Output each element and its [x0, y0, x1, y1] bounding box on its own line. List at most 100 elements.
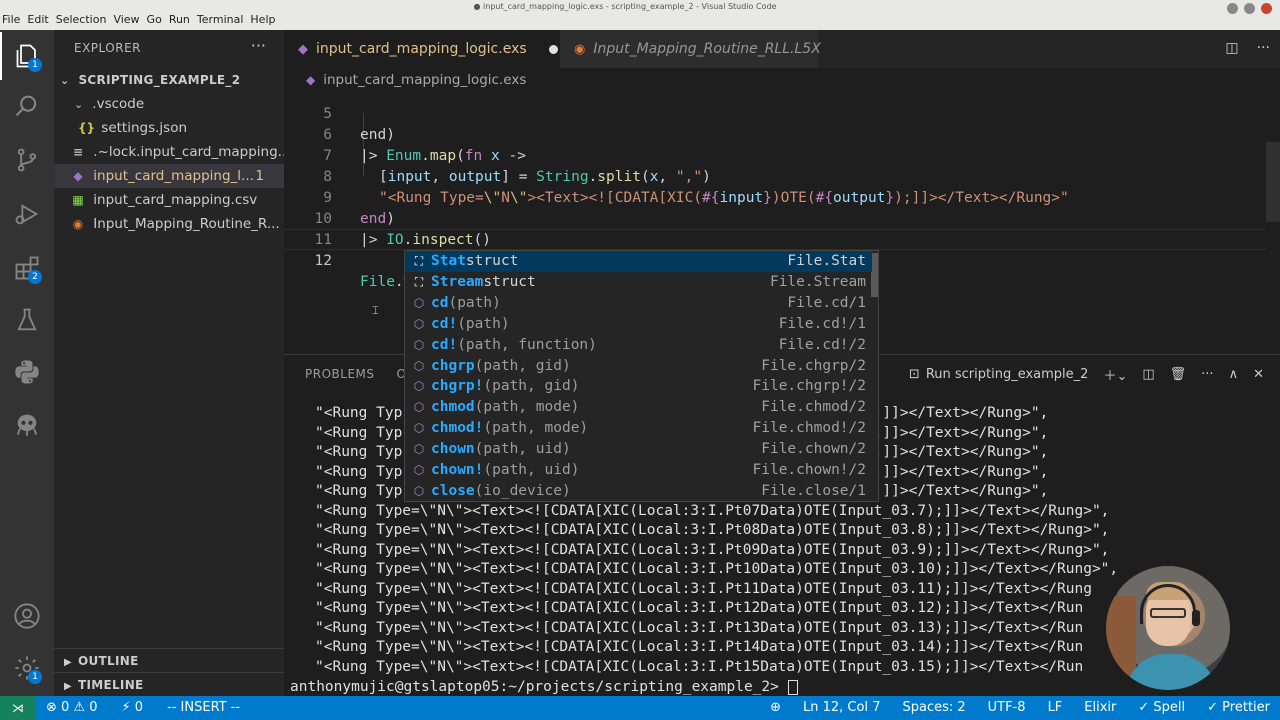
workspace-folder[interactable]: ⌄ SCRIPTING_EXAMPLE_2	[54, 68, 284, 92]
more-actions-icon[interactable]: ···	[1257, 40, 1270, 56]
tree-item-label: Input_Mapping_Routine_R...	[93, 216, 280, 232]
zoom-icon[interactable]: ⊕	[770, 696, 781, 720]
suggestion-item[interactable]: ⬡ chmod(path, mode) File.chmod/2	[405, 397, 872, 418]
terminal-line-text: "<Rung Type=\"N\"><Text><![CDATA[XIC(Loc…	[315, 600, 1084, 616]
close-window-button[interactable]	[1261, 3, 1272, 14]
terminal-selector[interactable]: ⊡ Run scripting_example_2	[909, 367, 1089, 382]
breadcrumb-file[interactable]: input_card_mapping_logic.exs	[323, 72, 526, 88]
problems-status[interactable]: ⊗ 0 ⚠ 0	[46, 696, 98, 720]
presenter-shirt	[1126, 654, 1216, 690]
ports-status[interactable]: ⚡ 0	[122, 696, 144, 720]
code-line: 5 end)	[284, 92, 1266, 143]
tree-item-logic-exs[interactable]: ◆ input_card_mapping_l... 1	[54, 164, 284, 188]
suggest-scrollbar[interactable]	[871, 253, 878, 297]
terminal-line: "<Rung Type=\"N\"><Text><![CDATA[XIC(Loc…	[284, 541, 1280, 561]
trash-icon[interactable]: 🗑	[1170, 367, 1187, 382]
eol-status[interactable]: LF	[1048, 696, 1063, 720]
method-icon: ⬡	[413, 442, 425, 457]
tree-item-mapping-csv[interactable]: ▦ input_card_mapping.csv	[54, 188, 284, 212]
python-icon	[15, 360, 39, 384]
rss-icon: ◉	[72, 217, 84, 231]
terminal-actions: ⊡ Run scripting_example_2 ＋⌄ ◫ 🗑 ··· ∧ ✕	[909, 365, 1264, 384]
cursor-position-status[interactable]: Ln 12, Col 7	[803, 696, 880, 720]
tab-problems[interactable]: PROBLEMS	[305, 367, 375, 381]
new-terminal-icon[interactable]: ＋⌄	[1103, 365, 1127, 384]
extensions-activity[interactable]: 2	[0, 244, 54, 292]
menu-run[interactable]: Run	[169, 13, 190, 26]
menu-view[interactable]: View	[113, 13, 139, 26]
suggestion-detail: File.cd/1	[787, 294, 866, 311]
tree-item-label: input_card_mapping.csv	[93, 192, 258, 208]
run-debug-activity[interactable]	[0, 190, 54, 238]
accounts-activity[interactable]	[0, 592, 54, 640]
indentation-status[interactable]: Spaces: 2	[902, 696, 965, 720]
suggestion-item[interactable]: ⬡ cd!(path) File.cd!/1	[405, 314, 872, 335]
search-activity[interactable]	[0, 82, 54, 130]
menu-selection[interactable]: Selection	[56, 13, 107, 26]
suggestion-item[interactable]: ⛶ Statstruct File.Stat	[405, 251, 872, 272]
suggestion-detail: File.Stream	[769, 273, 866, 290]
suggestion-item[interactable]: ⬡ chown!(path, uid) File.chown!/2	[405, 460, 872, 481]
method-icon: ⬡	[413, 316, 425, 331]
tree-item-routine-l5x[interactable]: ◉ Input_Mapping_Routine_R...	[54, 212, 284, 236]
suggestion-item[interactable]: ⛶ Streamstruct File.Stream	[405, 272, 872, 293]
tree-item-vscode-folder[interactable]: ⌄ .vscode	[54, 92, 284, 116]
more-actions-icon[interactable]: ···	[251, 36, 266, 55]
encoding-status[interactable]: UTF-8	[988, 696, 1026, 720]
unsaved-dot-icon[interactable]	[548, 44, 558, 54]
suggestion-item[interactable]: ⬡ cd!(path, function) File.cd!/2	[405, 335, 872, 356]
autocomplete-widget: ⛶ Statstruct File.Stat ⛶ Streamstruct File.St…	[404, 250, 879, 502]
source-control-activity[interactable]	[0, 136, 54, 184]
prompt-text: anthonymujic@gtslaptop05:~/projects/scri…	[290, 679, 788, 695]
method-icon: ⬡	[413, 483, 425, 498]
suggestion-detail: File.chmod/2	[761, 399, 866, 416]
close-panel-icon[interactable]: ✕	[1253, 367, 1264, 382]
menu-go[interactable]: Go	[147, 13, 162, 26]
suggestion-item[interactable]: ⬡ close(io_device) File.close/1	[405, 481, 872, 501]
suggestion-label: cd!(path)	[431, 315, 510, 332]
remote-indicator-icon[interactable]: ⋊	[0, 696, 36, 720]
suggestion-label: chmod!(path, mode)	[431, 420, 589, 437]
suggestion-item[interactable]: ⬡ chgrp(path, gid) File.chgrp/2	[405, 356, 872, 377]
more-actions-icon[interactable]: ···	[1201, 367, 1213, 382]
manage-activity[interactable]: 1	[0, 644, 54, 692]
minimize-button[interactable]	[1227, 3, 1238, 14]
menu-help[interactable]: Help	[250, 13, 275, 26]
split-editor-icon[interactable]: ◫	[1225, 40, 1238, 56]
suggestion-detail: File.cd!/2	[778, 336, 866, 353]
outline-section[interactable]: ▶ OUTLINE	[54, 648, 284, 672]
maximize-panel-icon[interactable]: ∧	[1229, 367, 1239, 382]
language-status[interactable]: Elixir	[1084, 696, 1116, 720]
tree-item-lock-file[interactable]: ≡ .~lock.input_card_mapping...	[54, 140, 284, 164]
explorer-activity[interactable]: 1	[0, 32, 54, 80]
chevron-down-icon: ⌄	[60, 74, 70, 87]
tree-item-settings-json[interactable]: {} settings.json	[54, 116, 284, 140]
maximize-button[interactable]	[1244, 3, 1255, 14]
vim-mode-status: -- INSERT --	[167, 700, 241, 715]
editor-scrollbar[interactable]	[1266, 142, 1280, 222]
title-bar: ● input_card_mapping_logic.exs - scripti…	[0, 0, 1280, 30]
tree-item-label: input_card_mapping_l...	[93, 168, 254, 184]
tab-logic-exs[interactable]: ◆ input_card_mapping_logic.exs	[284, 30, 560, 68]
lines-file-icon: ≡	[72, 145, 84, 159]
menu-edit[interactable]: Edit	[27, 13, 48, 26]
terminal-icon: ⊡	[908, 367, 920, 382]
spell-status[interactable]: ✓ Spell	[1138, 696, 1185, 720]
remote-explorer-activity[interactable]	[0, 400, 54, 448]
code-line: 8 "<Rung Type=\"N\"><Text><![CDATA[XIC(#…	[284, 146, 1266, 206]
split-terminal-icon[interactable]: ◫	[1142, 367, 1154, 382]
code-line-current: 12 File.w	[284, 229, 1266, 291]
terminal-prompt[interactable]: anthonymujic@gtslaptop05:~/projects/scri…	[290, 679, 798, 695]
suggestion-item[interactable]: ⬡ chown(path, uid) File.chown/2	[405, 439, 872, 460]
timeline-section[interactable]: ▶ TIMELINE	[54, 672, 284, 696]
menu-file[interactable]: File	[2, 13, 20, 26]
suggestion-detail: File.chmod!/2	[752, 420, 867, 437]
menu-terminal[interactable]: Terminal	[197, 13, 244, 26]
testing-activity[interactable]	[0, 296, 54, 344]
tab-routine-l5x[interactable]: ◉ Input_Mapping_Routine_RLL.L5X	[560, 30, 821, 68]
python-activity[interactable]	[0, 348, 54, 396]
suggestion-item[interactable]: ⬡ chmod!(path, mode) File.chmod!/2	[405, 418, 872, 439]
prettier-status[interactable]: ✓ Prettier	[1207, 696, 1270, 720]
suggestion-item[interactable]: ⬡ chgrp!(path, gid) File.chgrp!/2	[405, 376, 872, 397]
suggestion-item[interactable]: ⬡ cd(path) File.cd/1	[405, 293, 872, 314]
